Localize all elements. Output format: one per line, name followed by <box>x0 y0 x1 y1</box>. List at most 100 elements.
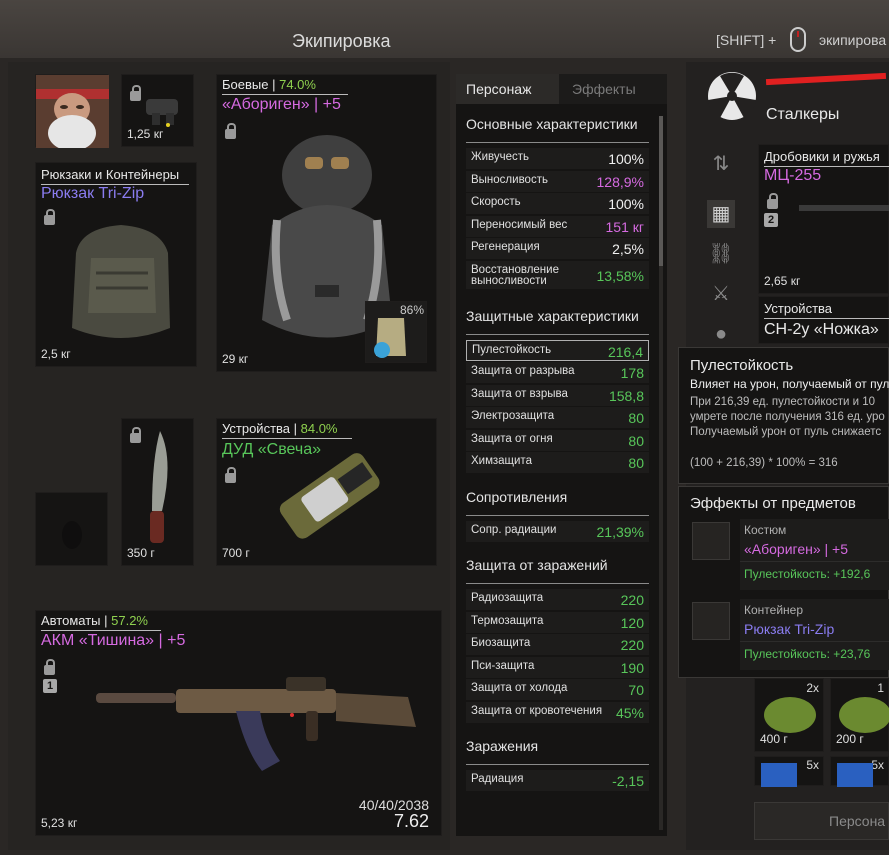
stat-row[interactable]: Химзащита 80 <box>466 452 649 473</box>
stat-value: 45% <box>615 704 644 721</box>
stats-section-title: Заражения <box>466 738 539 754</box>
stat-row[interactable]: Защита от кровотечения 45% <box>466 701 649 723</box>
item-effects-tooltip: Эффекты от предметов Костюм «Абориген» |… <box>678 486 889 678</box>
stat-row[interactable]: Восстановление выносливости 13,58% <box>466 260 649 289</box>
scrollbar-thumb[interactable] <box>659 116 663 266</box>
stat-value: 13,58% <box>596 267 644 284</box>
stat-value: 70 <box>628 682 644 698</box>
effect-type: Контейнер <box>744 603 804 617</box>
divider <box>466 583 649 584</box>
shotgun-weight: 2,65 кг <box>764 274 801 288</box>
stats-section-title: Основные характеристики <box>466 116 638 132</box>
stat-row[interactable]: Переносимый вес 151 кг <box>466 215 649 237</box>
inventory-stack-1[interactable]: 2x 400 г <box>754 678 824 752</box>
stat-value: 21,39% <box>596 523 644 540</box>
artifact-filter-icon[interactable]: ● <box>707 320 735 348</box>
stats-section-title: Защитные характеристики <box>466 307 639 324</box>
stat-row[interactable]: Регенерация 2,5% <box>466 238 649 259</box>
stat-label: Сопр. радиации <box>471 523 557 536</box>
stack-count: 2x <box>806 681 819 695</box>
inventory-stack-4[interactable]: 5x <box>830 756 889 787</box>
redacted-name <box>765 72 887 86</box>
shotgun-slot[interactable]: Дробовики и ружья МЦ-255 2 2,65 кг <box>758 144 889 294</box>
device-slot[interactable]: Устройства | 84.0% ДУД «Свеча» 700 г <box>216 418 437 566</box>
divider <box>740 641 889 642</box>
sort-icon[interactable]: ⇅ <box>707 150 735 178</box>
divider <box>740 561 889 562</box>
effect-name: «Абориген» | +5 <box>744 541 849 557</box>
stat-row[interactable]: Защита от взрыва 158,8 <box>466 384 649 406</box>
stat-label: Защита от огня <box>471 432 553 445</box>
stat-value: -2,15 <box>612 773 644 789</box>
divider <box>764 318 889 319</box>
effect-info: Костюм «Абориген» | +5 Пулестойкость: +1… <box>740 519 889 590</box>
armor-slot[interactable]: Боевые | 74.0% «Абориген» | +5 86% 29 кг <box>216 74 437 372</box>
helmet-slot[interactable]: 1,25 кг <box>121 74 194 147</box>
stat-value: 216,4 <box>607 343 643 360</box>
detector-icon <box>279 453 380 539</box>
tooltip-subtitle: Влияет на урон, получаемый от пуль <box>690 377 889 391</box>
avatar-portrait <box>36 75 109 151</box>
stat-label: Восстановление выносливости <box>471 263 559 287</box>
stat-row[interactable]: Защита от огня 80 <box>466 429 649 451</box>
stat-row[interactable]: Защита от холода 70 <box>466 679 649 700</box>
rifle-weight: 5,23 кг <box>41 816 78 830</box>
stat-row[interactable]: Пулестойкость 216,4 <box>466 339 649 361</box>
weapon-filter-icon[interactable]: ⚔ <box>707 280 735 308</box>
device2-name: СН-2у «Ножка» <box>764 321 879 338</box>
tooltip-bullet-resistance: Пулестойкость Влияет на урон, получаемый… <box>678 347 889 484</box>
stat-value: 120 <box>620 614 644 631</box>
stat-row[interactable]: Выносливость 128,9% <box>466 170 649 192</box>
stats-scrollbar[interactable] <box>659 116 663 830</box>
stat-value: 2,5% <box>612 241 644 257</box>
stat-label: Пси-защита <box>471 659 535 672</box>
inventory-stack-3[interactable]: 5x <box>754 756 824 787</box>
shotgun-name: МЦ-255 <box>764 167 822 184</box>
stats-section-title: Сопротивления <box>466 488 568 505</box>
shift-hint: [SHIFT] + <box>716 32 777 48</box>
knife-slot[interactable]: 350 г <box>121 418 194 566</box>
stat-value: 128,9% <box>596 173 644 190</box>
quick-slot[interactable] <box>35 492 108 566</box>
rifle-slot[interactable]: Автоматы | 57.2% АКМ «Тишина» | +5 1 40/… <box>35 610 442 836</box>
device2-slot[interactable]: Устройства СН-2у «Ножка» <box>758 296 889 344</box>
character-avatar[interactable] <box>35 74 109 151</box>
link-icon[interactable]: ⛓ <box>707 240 735 268</box>
faction-name: Сталкеры <box>766 106 840 123</box>
stat-row[interactable]: Сопр. радиации 21,39% <box>466 520 649 542</box>
stat-row[interactable]: Радиозащита 220 <box>466 589 649 610</box>
stat-value: 80 <box>628 432 644 449</box>
stat-row[interactable]: Термозащита 120 <box>466 611 649 633</box>
stat-row[interactable]: Живучесть 100% <box>466 148 649 169</box>
stats-section-title: Защита от заражений <box>466 557 608 573</box>
divider <box>466 764 649 765</box>
backpack-slot[interactable]: Рюкзаки и Контейнеры Рюкзак Tri-Zip 2,5 … <box>35 162 197 367</box>
stat-label: Защита от кровотечения <box>471 704 603 717</box>
tab-character[interactable]: Персонаж <box>456 74 559 104</box>
stat-value: 80 <box>628 410 644 426</box>
grenade-placeholder-icon <box>62 521 82 549</box>
tab-effects[interactable]: Эффекты <box>572 81 636 97</box>
effects-title: Эффекты от предметов <box>690 495 856 512</box>
medkit-icon <box>837 763 873 787</box>
grid-view-icon[interactable]: ▦ <box>707 200 735 228</box>
stat-row[interactable]: Биозащита 220 <box>466 634 649 655</box>
character-button-label: Персона <box>829 813 886 829</box>
effect-bonus: Пулестойкость: +23,76 <box>744 647 871 661</box>
stat-row[interactable]: Электрозащита 80 <box>466 407 649 428</box>
stat-row[interactable]: Радиация -2,15 <box>466 770 649 791</box>
stat-label: Защита от разрыва <box>471 365 575 377</box>
stat-row[interactable]: Пси-защита 190 <box>466 656 649 678</box>
armor-container-slot[interactable]: 86% <box>365 301 427 363</box>
stat-row[interactable]: Защита от разрыва 178 <box>466 362 649 383</box>
stat-label: Пулестойкость <box>472 343 552 356</box>
effect-item: Контейнер Рюкзак Tri-Zip Пулестойкость: … <box>690 599 889 670</box>
character-button[interactable]: Персона <box>754 802 889 840</box>
shift-action: экипирова <box>819 32 887 48</box>
effect-info: Контейнер Рюкзак Tri-Zip Пулестойкость: … <box>740 599 889 670</box>
mouse-icon <box>790 27 806 52</box>
effect-item: Костюм «Абориген» | +5 Пулестойкость: +1… <box>690 519 889 590</box>
stat-row[interactable]: Скорость 100% <box>466 193 649 214</box>
device-weight: 700 г <box>222 546 250 560</box>
inventory-stack-2[interactable]: 1 200 г <box>830 678 889 752</box>
